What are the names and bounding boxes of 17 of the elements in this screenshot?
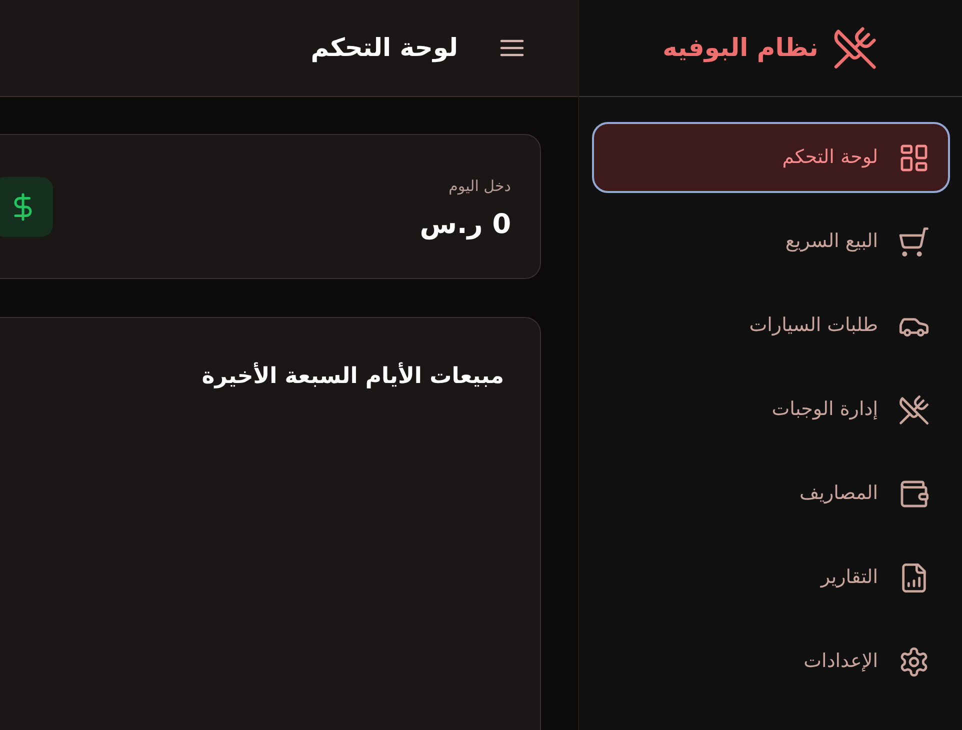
sidebar-item[interactable]: البيع السريع	[592, 206, 950, 277]
sidebar-item[interactable]: المصاريف	[592, 458, 950, 529]
sidebar-item[interactable]: لوحة التحكم	[592, 122, 950, 193]
sidebar-item[interactable]: الإعدادات	[592, 626, 950, 697]
stat-label: دخل اليوم	[448, 176, 511, 197]
settings-icon	[898, 646, 930, 678]
sidebar-item[interactable]: طلبات السيارات	[592, 290, 950, 361]
app-title: نظام البوفيه	[662, 32, 818, 64]
page-title: لوحة التحكم	[310, 32, 458, 64]
dollar-icon	[0, 176, 53, 236]
utensils-crossed-icon	[832, 25, 878, 71]
chart-title: مبيعات الأيام السبعة الأخيرة	[202, 361, 504, 391]
utensils-crossed-icon	[898, 394, 930, 426]
shopping-cart-icon	[898, 226, 930, 258]
sidebar-item[interactable]: إدارة الوجبات	[592, 374, 950, 445]
sidebar-item[interactable]: التقارير	[592, 542, 950, 613]
stat-value: 0 ر.س	[420, 211, 511, 238]
